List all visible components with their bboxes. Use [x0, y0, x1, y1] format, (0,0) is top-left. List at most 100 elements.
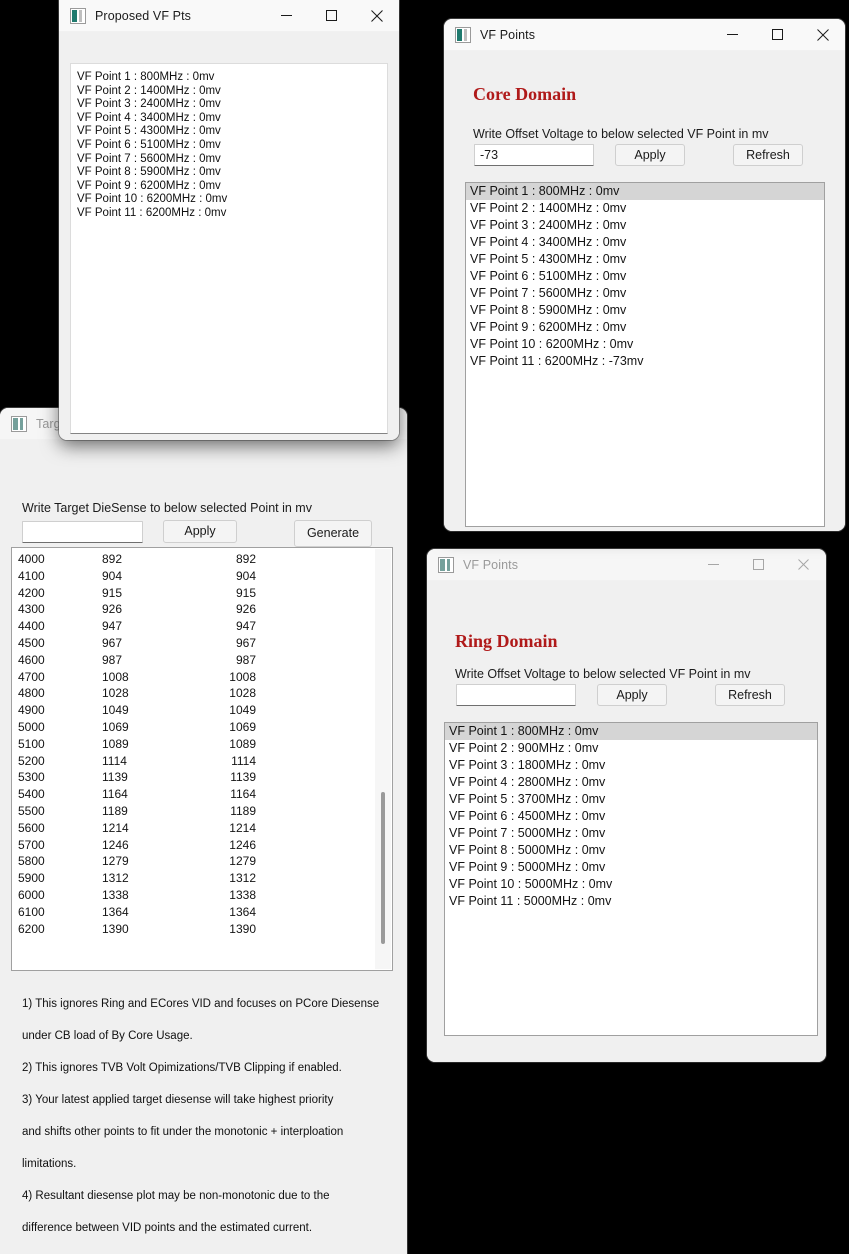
list-item[interactable]: VF Point 8 : 5900MHz : 0mv — [466, 302, 824, 319]
target-table-scroll-thumb[interactable] — [381, 792, 385, 944]
table-cell: 967 — [102, 635, 123, 650]
ring-domain-window[interactable]: VF Points Ring Domain Write Offset Volta… — [427, 549, 826, 1062]
core-apply-button[interactable]: Apply — [615, 144, 685, 166]
table-row[interactable]: 5700 1246 1246 — [12, 837, 374, 854]
table-cell: 4900 — [18, 703, 45, 718]
table-row[interactable]: 5300 1139 1139 — [12, 769, 374, 786]
core-offset-input[interactable] — [474, 144, 594, 166]
maximize-icon[interactable] — [755, 19, 800, 50]
table-cell: 5200 — [18, 753, 45, 768]
list-item[interactable]: VF Point 4 : 3400MHz : 0mv — [466, 234, 824, 251]
list-item[interactable]: VF Point 3 : 2400MHz : 0mv — [466, 217, 824, 234]
core-domain-window[interactable]: VF Points Core Domain Write Offset Volta… — [444, 19, 845, 531]
target-diesense-input[interactable] — [22, 521, 143, 543]
table-row[interactable]: 5800 1279 1279 — [12, 853, 374, 870]
table-row[interactable]: 4500 967 967 — [12, 635, 374, 652]
table-row[interactable]: 4000 892 892 — [12, 551, 374, 568]
list-item[interactable]: VF Point 11 : 6200MHz : -73mv — [466, 353, 824, 370]
table-row[interactable]: 5100 1089 1089 — [12, 736, 374, 753]
ring-apply-button[interactable]: Apply — [597, 684, 667, 706]
core-instruction-label: Write Offset Voltage to below selected V… — [473, 127, 769, 141]
proposed-window-titlebar[interactable]: Proposed VF Pts — [59, 0, 399, 32]
minimize-icon[interactable] — [691, 549, 736, 580]
list-item: VF Point 11 : 6200MHz : 0mv — [77, 206, 227, 219]
proposed-vf-pts-window[interactable]: Proposed VF Pts VF Point 1 : 800MHz : 0m… — [59, 0, 399, 440]
table-row[interactable]: 4600 987 987 — [12, 652, 374, 669]
table-cell: 926 — [235, 602, 256, 617]
table-row[interactable]: 4100 904 904 — [12, 568, 374, 585]
list-item[interactable]: VF Point 10 : 5000MHz : 0mv — [445, 876, 817, 893]
list-item[interactable]: VF Point 9 : 5000MHz : 0mv — [445, 859, 817, 876]
ring-refresh-button[interactable]: Refresh — [715, 684, 785, 706]
table-cell: 1049 — [102, 703, 129, 718]
list-item[interactable]: VF Point 7 : 5000MHz : 0mv — [445, 825, 817, 842]
maximize-icon[interactable] — [736, 549, 781, 580]
list-item[interactable]: VF Point 4 : 2800MHz : 0mv — [445, 774, 817, 791]
list-item[interactable]: VF Point 1 : 800MHz : 0mv — [466, 183, 824, 200]
table-row[interactable]: 6000 1338 1338 — [12, 887, 374, 904]
list-item[interactable]: VF Point 5 : 4300MHz : 0mv — [466, 251, 824, 268]
target-generate-button[interactable]: Generate — [294, 520, 372, 547]
close-icon[interactable] — [800, 19, 845, 50]
list-item[interactable]: VF Point 8 : 5000MHz : 0mv — [445, 842, 817, 859]
list-item: VF Point 6 : 5100MHz : 0mv — [77, 138, 221, 151]
table-row[interactable]: 4400 947 947 — [12, 618, 374, 635]
target-table-scrollbar[interactable] — [375, 549, 391, 969]
list-item[interactable]: VF Point 7 : 5600MHz : 0mv — [466, 285, 824, 302]
list-item[interactable]: VF Point 2 : 900MHz : 0mv — [445, 740, 817, 757]
table-cell: 1089 — [102, 736, 129, 751]
list-item[interactable]: VF Point 5 : 3700MHz : 0mv — [445, 791, 817, 808]
list-item[interactable]: VF Point 11 : 5000MHz : 0mv — [445, 893, 817, 910]
list-item[interactable]: VF Point 6 : 4500MHz : 0mv — [445, 808, 817, 825]
table-row[interactable]: 5600 1214 1214 — [12, 820, 374, 837]
table-cell: 5500 — [18, 803, 45, 818]
minimize-icon[interactable] — [264, 0, 309, 31]
list-item[interactable]: VF Point 10 : 6200MHz : 0mv — [466, 336, 824, 353]
desktop-background: { "desktop": { "background_color": "#000… — [0, 0, 849, 1254]
core-vf-points-list[interactable]: VF Point 1 : 800MHz : 0mv VF Point 2 : 14… — [465, 182, 825, 527]
table-cell: 4100 — [18, 568, 45, 583]
list-item[interactable]: VF Point 2 : 1400MHz : 0mv — [466, 200, 824, 217]
table-row[interactable]: 5400 1164 1164 — [12, 786, 374, 803]
close-icon[interactable] — [354, 0, 399, 31]
target-vid-table[interactable]: 4000 892 892 4100 904 904 4200 915 915 4300 926 926… — [11, 547, 393, 971]
proposed-vf-points-pane[interactable]: VF Point 1 : 800MHz : 0mv VF Point 2 : 14… — [70, 63, 388, 434]
table-cell: 1069 — [102, 719, 129, 734]
table-row[interactable]: 6100 1364 1364 — [12, 904, 374, 921]
table-row[interactable]: 4800 1028 1028 — [12, 685, 374, 702]
list-item[interactable]: VF Point 6 : 5100MHz : 0mv — [466, 268, 824, 285]
note-line: 3) Your latest applied target diesense w… — [22, 1094, 334, 1106]
table-row[interactable]: 4700 1008 1008 — [12, 669, 374, 686]
target-apply-button[interactable]: Apply — [163, 520, 237, 543]
table-cell: 1214 — [229, 820, 256, 835]
ring-window-titlebar[interactable]: VF Points — [427, 549, 826, 581]
core-window-titlebar[interactable]: VF Points — [444, 19, 845, 51]
target-diesense-window[interactable]: Targe Write Target DieSense to below sel… — [0, 408, 407, 1254]
table-cell: 5700 — [18, 837, 45, 852]
table-cell: 987 — [102, 652, 123, 667]
ring-caption-buttons[interactable] — [691, 549, 826, 580]
table-row[interactable]: 5900 1312 1312 — [12, 870, 374, 887]
core-caption-buttons[interactable] — [710, 19, 845, 50]
table-row[interactable]: 5500 1189 1189 — [12, 803, 374, 820]
table-row[interactable]: 6200 1390 1390 — [12, 921, 374, 938]
minimize-icon[interactable] — [710, 19, 755, 50]
table-row[interactable]: 4200 915 915 — [12, 585, 374, 602]
maximize-icon[interactable] — [309, 0, 354, 31]
table-row[interactable]: 5200 1114 1114 — [12, 753, 374, 770]
table-cell: 1089 — [229, 736, 256, 751]
list-item[interactable]: VF Point 3 : 1800MHz : 0mv — [445, 757, 817, 774]
list-item[interactable]: VF Point 9 : 6200MHz : 0mv — [466, 319, 824, 336]
close-icon[interactable] — [781, 549, 826, 580]
core-refresh-button[interactable]: Refresh — [733, 144, 803, 166]
proposed-caption-buttons[interactable] — [264, 0, 399, 31]
table-row[interactable]: 4900 1049 1049 — [12, 702, 374, 719]
table-row[interactable]: 4300 926 926 — [12, 601, 374, 618]
ring-offset-input[interactable] — [456, 684, 576, 706]
table-cell: 915 — [235, 585, 256, 600]
note-line: limitations. — [22, 1158, 77, 1170]
list-item[interactable]: VF Point 1 : 800MHz : 0mv — [445, 723, 817, 740]
table-cell: 4600 — [18, 652, 45, 667]
ring-vf-points-list[interactable]: VF Point 1 : 800MHz : 0mv VF Point 2 : 90… — [444, 722, 818, 1036]
table-row[interactable]: 5000 1069 1069 — [12, 719, 374, 736]
